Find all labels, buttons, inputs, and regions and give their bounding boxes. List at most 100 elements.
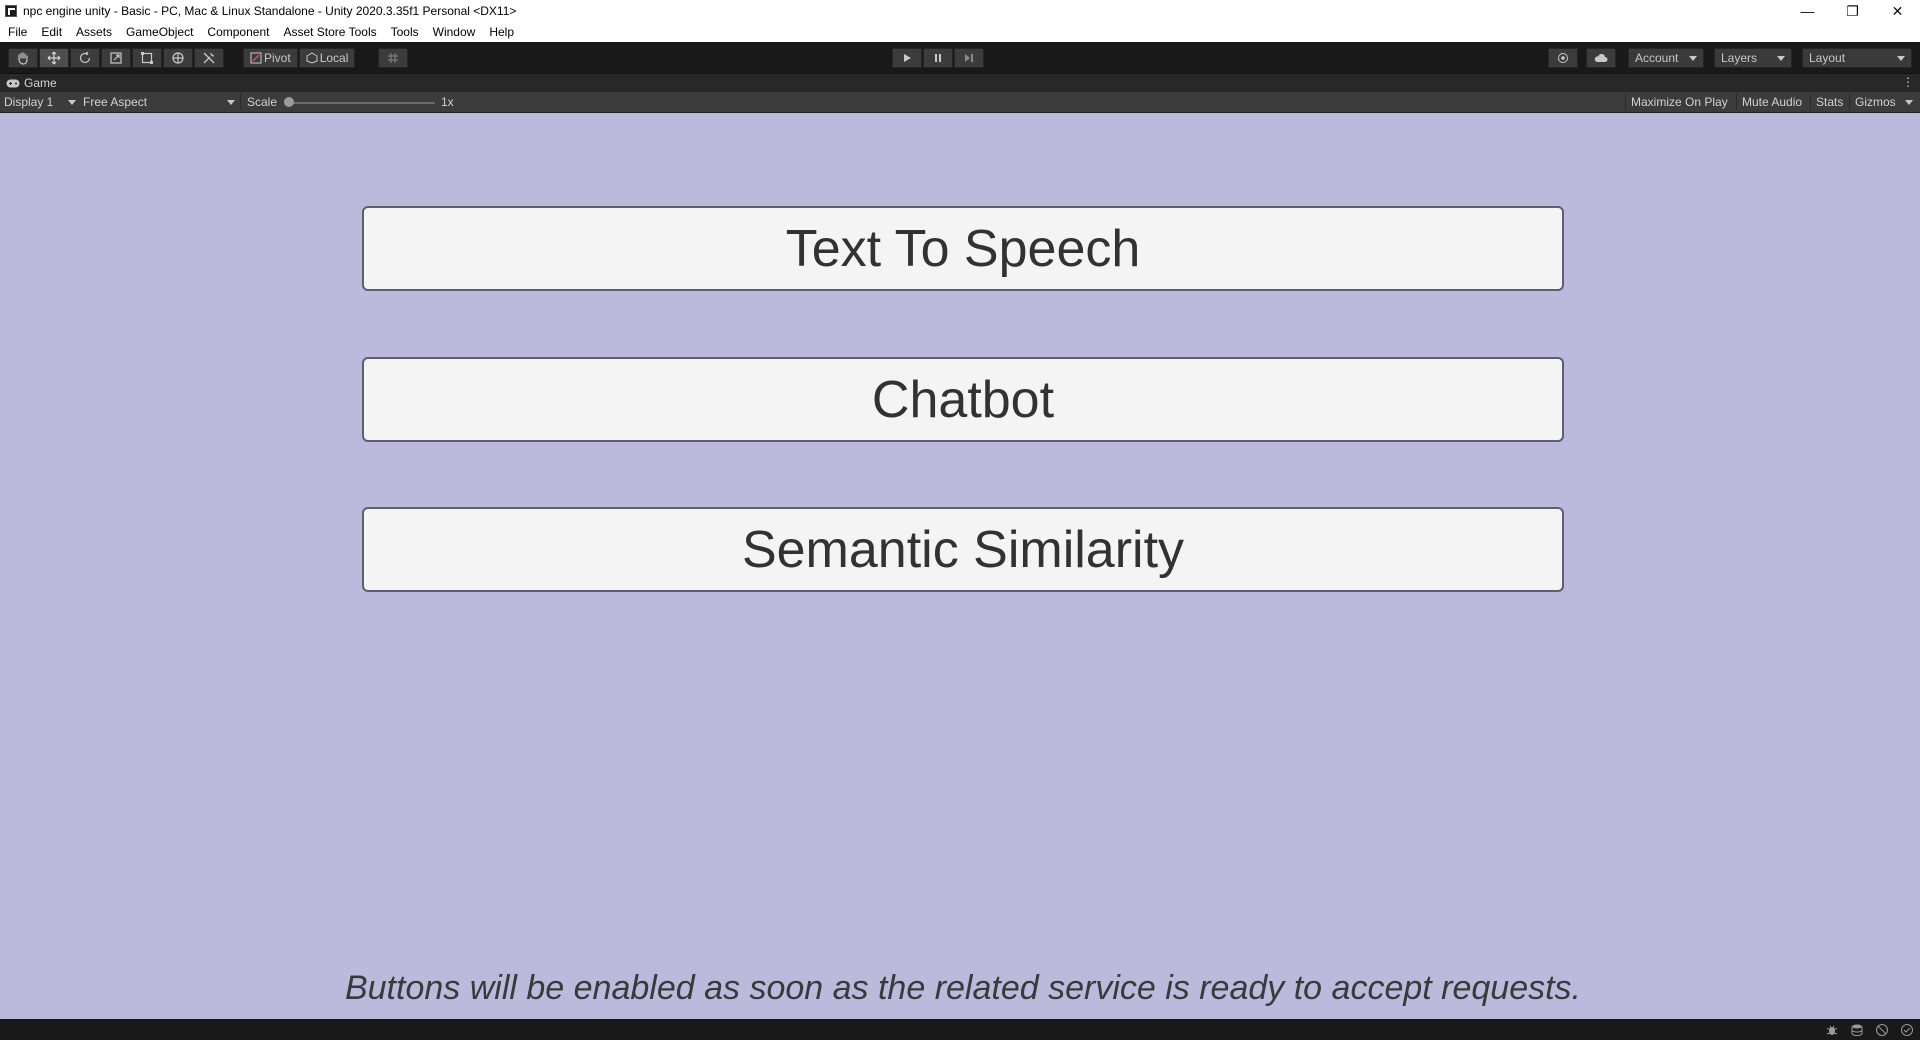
menu-tools[interactable]: Tools <box>383 25 425 39</box>
unity-logo-icon <box>5 5 17 17</box>
step-button[interactable] <box>954 48 984 68</box>
scale-slider-track[interactable] <box>290 102 435 104</box>
tab-game[interactable]: Game <box>6 76 57 90</box>
display-dropdown[interactable]: Display 1 <box>4 95 53 109</box>
step-icon <box>965 54 973 62</box>
service-notice: Buttons will be enabled as soon as the r… <box>344 969 1582 1007</box>
minimize-button[interactable]: — <box>1785 0 1830 22</box>
menu-asset-store-tools[interactable]: Asset Store Tools <box>275 25 382 39</box>
hand-tool-button[interactable] <box>8 48 38 68</box>
window-title: npc engine unity - Basic - PC, Mac & Lin… <box>23 4 517 18</box>
chevron-down-icon <box>1777 56 1785 61</box>
chevron-down-icon <box>1689 56 1697 61</box>
transform-tools <box>8 48 225 68</box>
layers-dropdown[interactable]: Layers <box>1714 48 1792 68</box>
play-button[interactable] <box>892 48 922 68</box>
divider <box>1849 94 1850 110</box>
rect-tool-button[interactable] <box>132 48 162 68</box>
chatbot-button[interactable]: Chatbot <box>362 357 1564 442</box>
pivot-group: Pivot Local <box>243 48 356 68</box>
tab-game-label: Game <box>24 76 57 90</box>
layout-label: Layout <box>1809 51 1846 65</box>
game-view: Text To Speech Chatbot Semantic Similari… <box>0 113 1920 1019</box>
cloud-icon <box>1594 54 1608 62</box>
scale-slider-handle[interactable] <box>284 97 294 107</box>
scale-value: 1x <box>441 95 454 109</box>
rect-icon <box>141 52 153 64</box>
maximize-on-play-toggle[interactable]: Maximize On Play <box>1631 95 1728 109</box>
pivot-icon <box>250 52 262 64</box>
collab-button[interactable] <box>1548 48 1578 68</box>
pivot-toggle[interactable]: Pivot <box>243 48 298 68</box>
transform-tool-button[interactable] <box>163 48 193 68</box>
aspect-dropdown[interactable]: Free Aspect <box>83 95 147 109</box>
scale-label: Scale <box>247 95 278 109</box>
cache-server-icon[interactable] <box>1874 1022 1889 1037</box>
layout-dropdown[interactable]: Layout <box>1802 48 1912 68</box>
chevron-down-icon <box>1897 56 1905 61</box>
menu-component[interactable]: Component <box>199 25 275 39</box>
menu-file[interactable]: File <box>0 25 33 39</box>
transform-icon <box>172 52 184 64</box>
rotate-tool-button[interactable] <box>70 48 100 68</box>
services-group <box>1548 48 1579 68</box>
menu-gameobject[interactable]: GameObject <box>118 25 199 39</box>
menu-edit[interactable]: Edit <box>33 25 68 39</box>
cloud-group <box>1586 48 1617 68</box>
more-options-icon[interactable]: ⋮ <box>1902 75 1914 89</box>
restore-button[interactable]: ❐ <box>1830 0 1875 22</box>
grid-snap-icon <box>388 53 398 63</box>
custom-tool-button[interactable] <box>194 48 224 68</box>
window-controls: — ❐ ✕ <box>1785 0 1920 22</box>
local-label: Local <box>319 51 349 65</box>
close-button[interactable]: ✕ <box>1875 0 1920 22</box>
menu-help[interactable]: Help <box>481 25 520 39</box>
divider <box>240 94 241 110</box>
local-icon <box>306 52 318 64</box>
account-label: Account <box>1635 51 1679 65</box>
mute-audio-toggle[interactable]: Mute Audio <box>1742 95 1802 109</box>
divider <box>1625 94 1626 110</box>
menu-assets[interactable]: Assets <box>68 25 118 39</box>
local-toggle[interactable]: Local <box>298 48 356 68</box>
status-bar <box>0 1019 1920 1040</box>
text-to-speech-button[interactable]: Text To Speech <box>362 206 1564 291</box>
semantic-similarity-button[interactable]: Semantic Similarity <box>362 507 1564 592</box>
pause-button[interactable] <box>923 48 953 68</box>
check-icon[interactable] <box>1899 1022 1914 1037</box>
wrench-icon <box>203 52 215 64</box>
chevron-down-icon <box>68 100 76 105</box>
main-toolbar: Pivot Local Account Layers Layout <box>0 42 1920 74</box>
gamepad-icon <box>6 79 20 87</box>
bug-icon[interactable] <box>1824 1022 1839 1037</box>
database-icon[interactable] <box>1849 1022 1864 1037</box>
account-dropdown[interactable]: Account <box>1628 48 1704 68</box>
stats-toggle[interactable]: Stats <box>1816 95 1843 109</box>
move-tool-button[interactable] <box>39 48 69 68</box>
divider <box>1810 94 1811 110</box>
gizmos-toggle[interactable]: Gizmos <box>1855 95 1896 109</box>
pivot-label: Pivot <box>264 51 291 65</box>
collab-icon <box>1558 53 1568 63</box>
play-controls <box>892 48 985 68</box>
title-bar: npc engine unity - Basic - PC, Mac & Lin… <box>0 0 1920 22</box>
move-icon <box>47 51 61 65</box>
scale-icon <box>110 52 122 64</box>
scale-tool-button[interactable] <box>101 48 131 68</box>
pause-icon <box>935 54 941 62</box>
menu-bar: File Edit Assets GameObject Component As… <box>0 22 1920 42</box>
chevron-down-icon <box>227 100 235 105</box>
chevron-down-icon[interactable] <box>1905 100 1913 105</box>
menu-window[interactable]: Window <box>425 25 482 39</box>
grid-snap-button[interactable] <box>378 48 408 68</box>
game-control-bar: Display 1 Free Aspect Scale 1x Maximize … <box>0 92 1920 113</box>
layers-label: Layers <box>1721 51 1758 65</box>
play-icon <box>904 54 911 62</box>
status-icons <box>1824 1022 1914 1037</box>
grid-snap-group <box>378 48 409 68</box>
divider <box>1736 94 1737 110</box>
cloud-button[interactable] <box>1586 48 1616 68</box>
rotate-icon <box>79 51 91 64</box>
hand-icon <box>18 52 28 65</box>
game-tab-bar: Game ⋮ <box>0 74 1920 92</box>
